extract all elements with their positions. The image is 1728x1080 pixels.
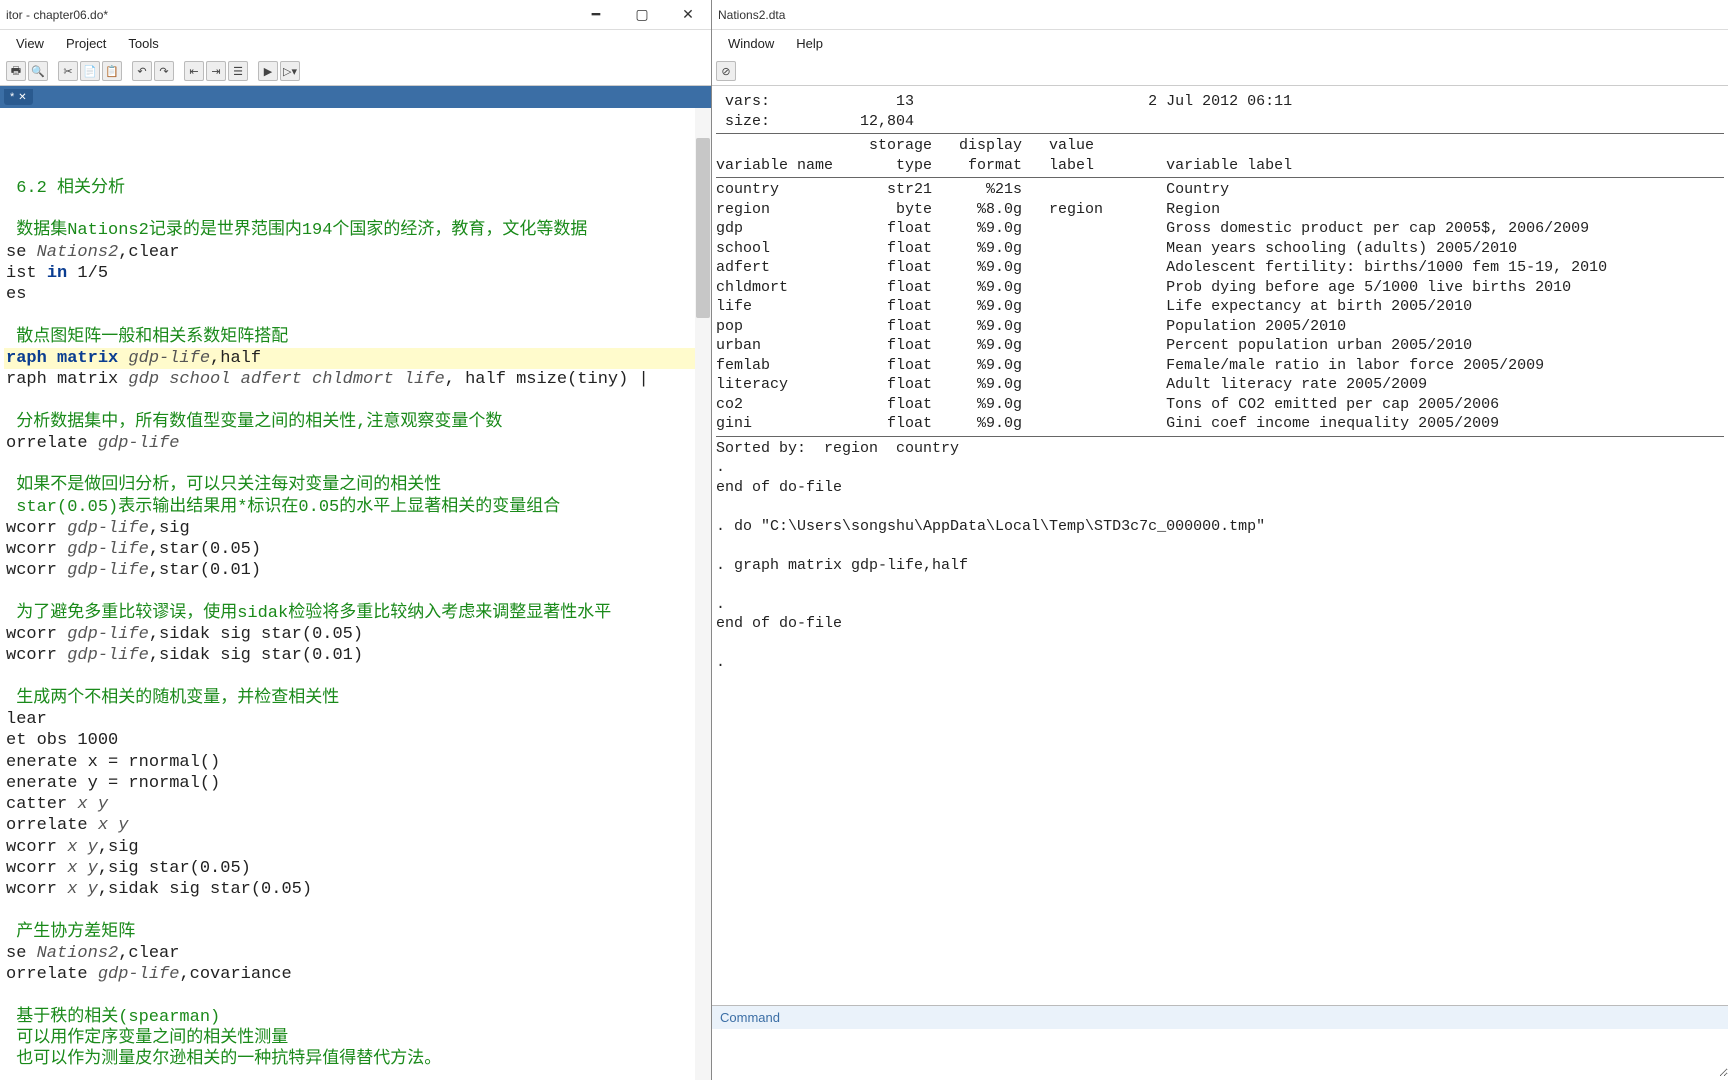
menu-window[interactable]: Window [720, 34, 782, 53]
code-line[interactable] [4, 454, 711, 475]
results-titlebar: Nations2.dta [712, 0, 1728, 30]
var-row: country str21 %21s Country [716, 180, 1724, 200]
code-line[interactable]: lear [4, 709, 711, 730]
do-file-editor-window: itor - chapter06.do* ━ ▢ ✕ View Project … [0, 0, 712, 1080]
command-input[interactable] [712, 1029, 1728, 1077]
code-line[interactable] [4, 199, 711, 220]
command-label: Command [712, 1006, 1728, 1029]
paste-icon[interactable]: 📋 [102, 61, 122, 81]
code-line[interactable]: catter x y [4, 794, 711, 815]
code-line[interactable]: ist in 1/5 [4, 263, 711, 284]
code-line[interactable]: wcorr x y,sig star(0.05) [4, 858, 711, 879]
unindent-icon[interactable]: ⇥ [206, 61, 226, 81]
code-line[interactable]: 数据集Nations2记录的是世界范围内194个国家的经济，教育，文化等数据 [4, 220, 711, 241]
code-line[interactable]: 也可以作为测量皮尔逊相关的一种抗特异值得替代方法。 [4, 1049, 711, 1070]
menu-view[interactable]: View [8, 34, 52, 53]
code-line[interactable]: et obs 1000 [4, 730, 711, 751]
indent-icon[interactable]: ⇤ [184, 61, 204, 81]
code-line[interactable]: raph matrix gdp school adfert chldmort l… [4, 369, 711, 390]
var-row: chldmort float %9.0g Prob dying before a… [716, 278, 1724, 298]
redo-icon[interactable]: ↷ [154, 61, 174, 81]
code-line[interactable]: orrelate gdp-life [4, 433, 711, 454]
code-line[interactable]: wcorr gdp-life,star(0.01) [4, 560, 711, 581]
var-row: urban float %9.0g Percent population urb… [716, 336, 1724, 356]
results-toolbar: ⊘ [712, 57, 1728, 86]
code-line[interactable]: wcorr gdp-life,sig [4, 518, 711, 539]
editor-menubar: View Project Tools [0, 30, 711, 57]
var-row: adfert float %9.0g Adolescent fertility:… [716, 258, 1724, 278]
break-icon[interactable]: ⊘ [716, 61, 736, 81]
run-selection-icon[interactable]: ▷▾ [280, 61, 300, 81]
code-line[interactable]: 6.2 相关分析 [4, 178, 711, 199]
code-editor[interactable]: 6.2 相关分析 数据集Nations2记录的是世界范围内194个国家的经济，教… [0, 108, 711, 1080]
var-row: gini float %9.0g Gini coef income inequa… [716, 414, 1724, 434]
code-line[interactable]: wcorr gdp-life,sidak sig star(0.05) [4, 624, 711, 645]
menu-project[interactable]: Project [58, 34, 114, 53]
tab-label: * [10, 91, 14, 103]
editor-toolbar: 🖶 🔍 ✂ 📄 📋 ↶ ↷ ⇤ ⇥ ☰ ▶ ▷▾ [0, 57, 711, 86]
code-line[interactable]: wcorr x y,sidak sig star(0.05) [4, 879, 711, 900]
var-row: co2 float %9.0g Tons of CO2 emitted per … [716, 395, 1724, 415]
code-line[interactable]: 散点图矩阵一般和相关系数矩阵搭配 [4, 327, 711, 348]
editor-title: itor - chapter06.do* [6, 8, 108, 22]
code-line[interactable]: 生成两个不相关的随机变量，并检查相关性 [4, 688, 711, 709]
code-line[interactable]: 基于秩的相关(spearman) [4, 1007, 711, 1028]
editor-tab-strip: * ✕ [0, 86, 711, 108]
code-line[interactable] [4, 305, 711, 326]
file-tab[interactable]: * ✕ [4, 89, 33, 105]
code-line[interactable]: 分析数据集中，所有数值型变量之间的相关性,注意观察变量个数 [4, 412, 711, 433]
scrollbar-thumb[interactable] [696, 138, 710, 318]
code-line[interactable]: wcorr x y,sig [4, 837, 711, 858]
code-line[interactable]: se Nations2,clear [4, 943, 711, 964]
code-line[interactable] [4, 582, 711, 603]
code-line[interactable]: 产生协方差矩阵 [4, 922, 711, 943]
code-line[interactable]: star(0.05)表示输出结果用*标识在0.05的水平上显著相关的变量组合 [4, 497, 711, 518]
find-icon[interactable]: 🔍 [28, 61, 48, 81]
var-row: school float %9.0g Mean years schooling … [716, 239, 1724, 259]
minimize-button[interactable]: ━ [573, 0, 619, 30]
copy-icon[interactable]: 📄 [80, 61, 100, 81]
code-line[interactable] [4, 900, 711, 921]
code-line[interactable]: 可以用作定序变量之间的相关性测量 [4, 1028, 711, 1049]
editor-titlebar: itor - chapter06.do* ━ ▢ ✕ [0, 0, 711, 30]
tab-close-icon[interactable]: ✕ [18, 92, 26, 103]
run-icon[interactable]: ▶ [258, 61, 278, 81]
maximize-button[interactable]: ▢ [619, 0, 665, 30]
command-panel: Command [712, 1005, 1728, 1080]
code-line[interactable]: wcorr gdp-life,sidak sig star(0.01) [4, 645, 711, 666]
code-line[interactable]: orrelate gdp-life,covariance [4, 964, 711, 985]
code-line[interactable]: orrelate x y [4, 815, 711, 836]
code-line[interactable]: 为了避免多重比较谬误，使用sidak检验将多重比较纳入考虑来调整显著性水平 [4, 603, 711, 624]
results-menubar: Window Help [712, 30, 1728, 57]
code-line[interactable] [4, 1070, 711, 1080]
code-line[interactable]: se Nations2,clear [4, 242, 711, 263]
close-button[interactable]: ✕ [665, 0, 711, 30]
code-line[interactable]: enerate y = rnormal() [4, 773, 711, 794]
code-line[interactable]: raph matrix gdp-life,half [4, 348, 711, 369]
cut-icon[interactable]: ✂ [58, 61, 78, 81]
menu-tools[interactable]: Tools [120, 34, 166, 53]
code-line[interactable]: wcorr gdp-life,star(0.05) [4, 539, 711, 560]
code-line[interactable] [4, 390, 711, 411]
var-row: pop float %9.0g Population 2005/2010 [716, 317, 1724, 337]
main-stata-window: Nations2.dta Window Help ⊘ vars: 13 2 Ju… [712, 0, 1728, 1080]
code-line[interactable]: enerate x = rnormal() [4, 752, 711, 773]
print-icon[interactable]: 🖶 [6, 61, 26, 81]
code-line[interactable] [4, 667, 711, 688]
bookmark-icon[interactable]: ☰ [228, 61, 248, 81]
undo-icon[interactable]: ↶ [132, 61, 152, 81]
var-row: femlab float %9.0g Female/male ratio in … [716, 356, 1724, 376]
results-title: Nations2.dta [718, 8, 785, 22]
var-row: gdp float %9.0g Gross domestic product p… [716, 219, 1724, 239]
var-row: region byte %8.0g region Region [716, 200, 1724, 220]
code-line[interactable]: es [4, 284, 711, 305]
menu-help[interactable]: Help [788, 34, 831, 53]
vertical-scrollbar[interactable] [695, 108, 711, 1080]
var-row: literacy float %9.0g Adult literacy rate… [716, 375, 1724, 395]
code-line[interactable] [4, 985, 711, 1006]
var-row: life float %9.0g Life expectancy at birt… [716, 297, 1724, 317]
code-line[interactable]: 如果不是做回归分析，可以只关注每对变量之间的相关性 [4, 475, 711, 496]
results-pane[interactable]: vars: 13 2 Jul 2012 06:11 size: 12,804 s… [712, 86, 1728, 1005]
